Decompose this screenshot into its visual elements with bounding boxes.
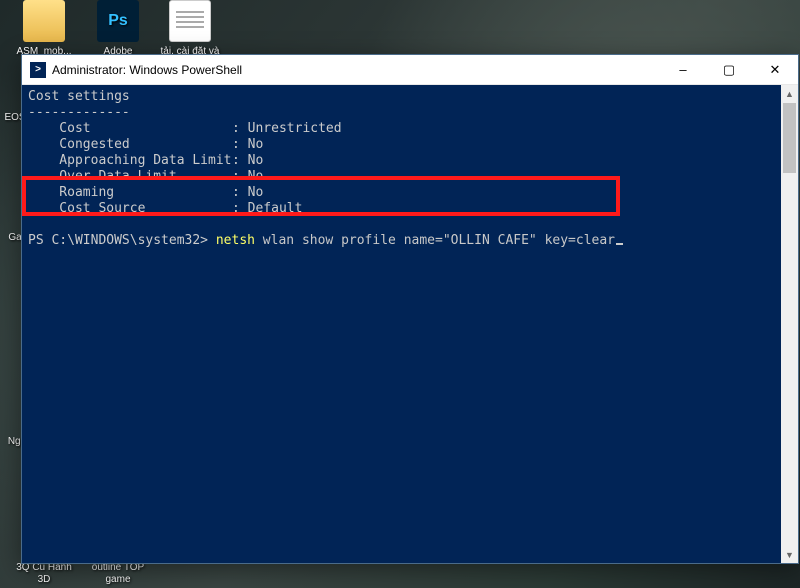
scroll-up-icon[interactable]: ▲ <box>781 85 798 102</box>
icon-label: outline TOP game <box>86 562 150 586</box>
scroll-down-icon[interactable]: ▼ <box>781 546 798 563</box>
desktop-icon-textfile-tai[interactable]: tải, cài đặt và <box>158 0 222 58</box>
prompt-line[interactable]: PS C:\WINDOWS\system32> netsh wlan show … <box>28 233 792 249</box>
desktop-icon-folder-asm[interactable]: ASM_mob... <box>12 0 76 58</box>
vertical-scrollbar[interactable]: ▲ ▼ <box>781 85 798 563</box>
icon-label: 3Q Củ Hành 3D <box>12 562 76 586</box>
output-line: ------------- <box>28 105 792 121</box>
window-title: Administrator: Windows PowerShell <box>52 63 242 77</box>
maximize-button[interactable]: ▢ <box>706 55 752 85</box>
output-line: Cost Source: Default <box>28 201 792 217</box>
powershell-window: Administrator: Windows PowerShell – ▢ ✕ … <box>21 54 799 564</box>
output-line: Cost settings <box>28 89 792 105</box>
output-line: Cost: Unrestricted <box>28 121 792 137</box>
cursor-icon <box>616 243 623 245</box>
output-line: Roaming: No <box>28 185 792 201</box>
adobe-ps-icon: Ps <box>97 0 139 42</box>
output-line: Congested: No <box>28 137 792 153</box>
desktop-icon-adobe[interactable]: Ps Adobe <box>86 0 150 58</box>
output-line: Over Data Limit: No <box>28 169 792 185</box>
blank-line <box>28 217 792 233</box>
close-button[interactable]: ✕ <box>752 55 798 85</box>
minimize-button[interactable]: – <box>660 55 706 85</box>
terminal-body[interactable]: Cost settings ------------- Cost: Unrest… <box>22 85 798 563</box>
folder-icon <box>23 0 65 42</box>
command-args: wlan show profile name="OLLIN CAFE" key=… <box>255 233 615 248</box>
titlebar[interactable]: Administrator: Windows PowerShell – ▢ ✕ <box>22 55 798 85</box>
powershell-icon <box>30 62 46 78</box>
command-keyword: netsh <box>216 233 255 248</box>
output-line: Approaching Data Limit: No <box>28 153 792 169</box>
scroll-thumb[interactable] <box>783 103 796 173</box>
prompt-prefix: PS C:\WINDOWS\system32> <box>28 233 216 248</box>
textfile-icon <box>169 0 211 42</box>
